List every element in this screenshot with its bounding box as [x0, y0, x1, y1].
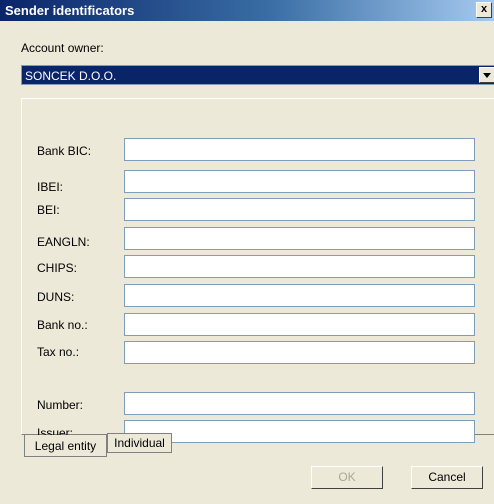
- ibei-field[interactable]: [124, 170, 475, 193]
- number-field[interactable]: [124, 392, 475, 415]
- tab-legal-entity[interactable]: Legal entity: [24, 435, 107, 457]
- bei-field[interactable]: [124, 198, 475, 221]
- eangln-field[interactable]: [124, 227, 475, 250]
- chips-field[interactable]: [124, 255, 475, 278]
- duns-label: DUNS:: [37, 290, 75, 304]
- tax-no-field[interactable]: [124, 341, 475, 364]
- eangln-label: EANGLN:: [37, 235, 90, 249]
- close-icon[interactable]: x: [476, 2, 492, 18]
- chevron-down-icon[interactable]: [479, 67, 494, 83]
- ibei-label: IBEI:: [37, 180, 64, 194]
- bank-bic-field[interactable]: [124, 138, 475, 161]
- account-owner-value: SONCEK D.O.O.: [25, 69, 117, 83]
- bank-bic-label: Bank BIC:: [37, 144, 92, 158]
- bei-label: BEI:: [37, 203, 60, 217]
- tab-individual[interactable]: Individual: [107, 433, 172, 453]
- title-bar: Sender identificators x: [0, 0, 494, 21]
- tax-no-label: Tax no.:: [37, 345, 80, 359]
- ok-button[interactable]: OK: [311, 466, 383, 489]
- chips-label: CHIPS:: [37, 261, 78, 275]
- issuer-field[interactable]: [124, 420, 475, 443]
- bank-no-label: Bank no.:: [37, 318, 88, 332]
- window-title: Sender identificators: [5, 3, 135, 18]
- account-owner-label: Account owner:: [21, 41, 104, 55]
- bank-no-field[interactable]: [124, 313, 475, 336]
- duns-field[interactable]: [124, 284, 475, 307]
- number-label: Number:: [37, 398, 84, 412]
- account-owner-select[interactable]: SONCEK D.O.O.: [21, 65, 494, 85]
- cancel-button[interactable]: Cancel: [411, 466, 483, 489]
